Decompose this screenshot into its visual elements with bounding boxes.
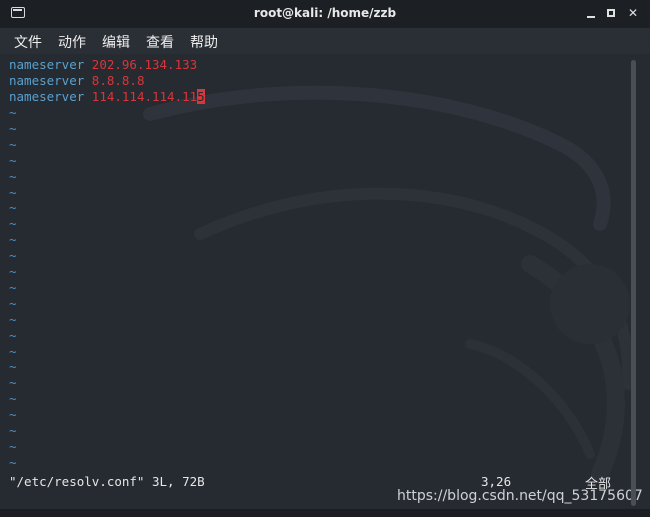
empty-line-tilde: ~ [9, 279, 17, 295]
menu-bar: 文件 动作 编辑 查看 帮助 [0, 28, 650, 54]
line-value: 114.114.114.11 [91, 89, 198, 104]
empty-line-tilde: ~ [9, 152, 17, 168]
empty-line-tilde: ~ [9, 311, 17, 327]
line-keyword: nameserver [9, 73, 85, 88]
status-file-info: "/etc/resolv.conf" 3L, 72B [9, 474, 205, 489]
watermark: https://blog.csdn.net/qq_53175607 [397, 488, 643, 504]
config-line: nameserver 8.8.8.8 [9, 73, 144, 89]
empty-line-tilde: ~ [9, 200, 17, 216]
title-bar: root@kali: /home/zzb ✕ [0, 0, 650, 29]
empty-line-tilde: ~ [9, 232, 17, 248]
window-title: root@kali: /home/zzb [253, 6, 397, 20]
maximize-button[interactable] [603, 5, 619, 21]
menu-file[interactable]: 文件 [14, 32, 42, 52]
empty-line-tilde: ~ [9, 295, 17, 311]
line-value: 8.8.8.8 [91, 73, 145, 88]
status-cursor-position: 3,26 [481, 474, 512, 489]
empty-line-tilde: ~ [9, 391, 17, 407]
empty-line-tilde: ~ [9, 264, 17, 279]
empty-line-tilde: ~ [9, 136, 17, 152]
empty-line-tilde: ~ [9, 423, 17, 438]
line-keyword: nameserver [9, 89, 85, 104]
empty-line-tilde: ~ [9, 407, 17, 423]
minimize-icon [587, 16, 595, 18]
maximize-icon [607, 9, 615, 17]
empty-line-tilde: ~ [9, 248, 17, 264]
empty-line-tilde: ~ [9, 359, 17, 375]
empty-line-tilde: ~ [9, 184, 17, 200]
terminal-content[interactable]: nameserver 202.96.134.133 nameserver 8.8… [0, 54, 650, 517]
kali-dragon-background [143, 85, 635, 483]
empty-line-tilde: ~ [9, 438, 17, 454]
empty-line-tilde: ~ [9, 105, 17, 120]
minimize-button[interactable] [583, 5, 599, 21]
empty-line-tilde: ~ [9, 120, 17, 136]
terminal-window: root@kali: /home/zzb ✕ 文件 动作 编辑 查看 帮助 na… [0, 0, 650, 517]
empty-line-tilde: ~ [9, 343, 17, 359]
text-cursor: 5 [197, 89, 205, 104]
menu-edit[interactable]: 编辑 [102, 32, 130, 52]
scrollbar[interactable] [631, 60, 636, 506]
empty-line-tilde: ~ [9, 327, 17, 343]
close-button[interactable]: ✕ [625, 5, 641, 21]
menu-help[interactable]: 帮助 [190, 32, 218, 52]
line-value: 202.96.134.133 [91, 57, 198, 72]
menu-action[interactable]: 动作 [58, 32, 86, 52]
empty-line-tilde: ~ [9, 454, 17, 470]
menu-view[interactable]: 查看 [146, 32, 174, 52]
empty-line-tilde: ~ [9, 168, 17, 184]
empty-line-tilde: ~ [9, 375, 17, 391]
config-line: nameserver 114.114.114.115 [9, 89, 205, 105]
line-keyword: nameserver [9, 57, 85, 72]
window-bottom-edge [0, 509, 650, 517]
empty-line-tilde: ~ [9, 216, 17, 232]
config-line: nameserver 202.96.134.133 [9, 57, 197, 73]
